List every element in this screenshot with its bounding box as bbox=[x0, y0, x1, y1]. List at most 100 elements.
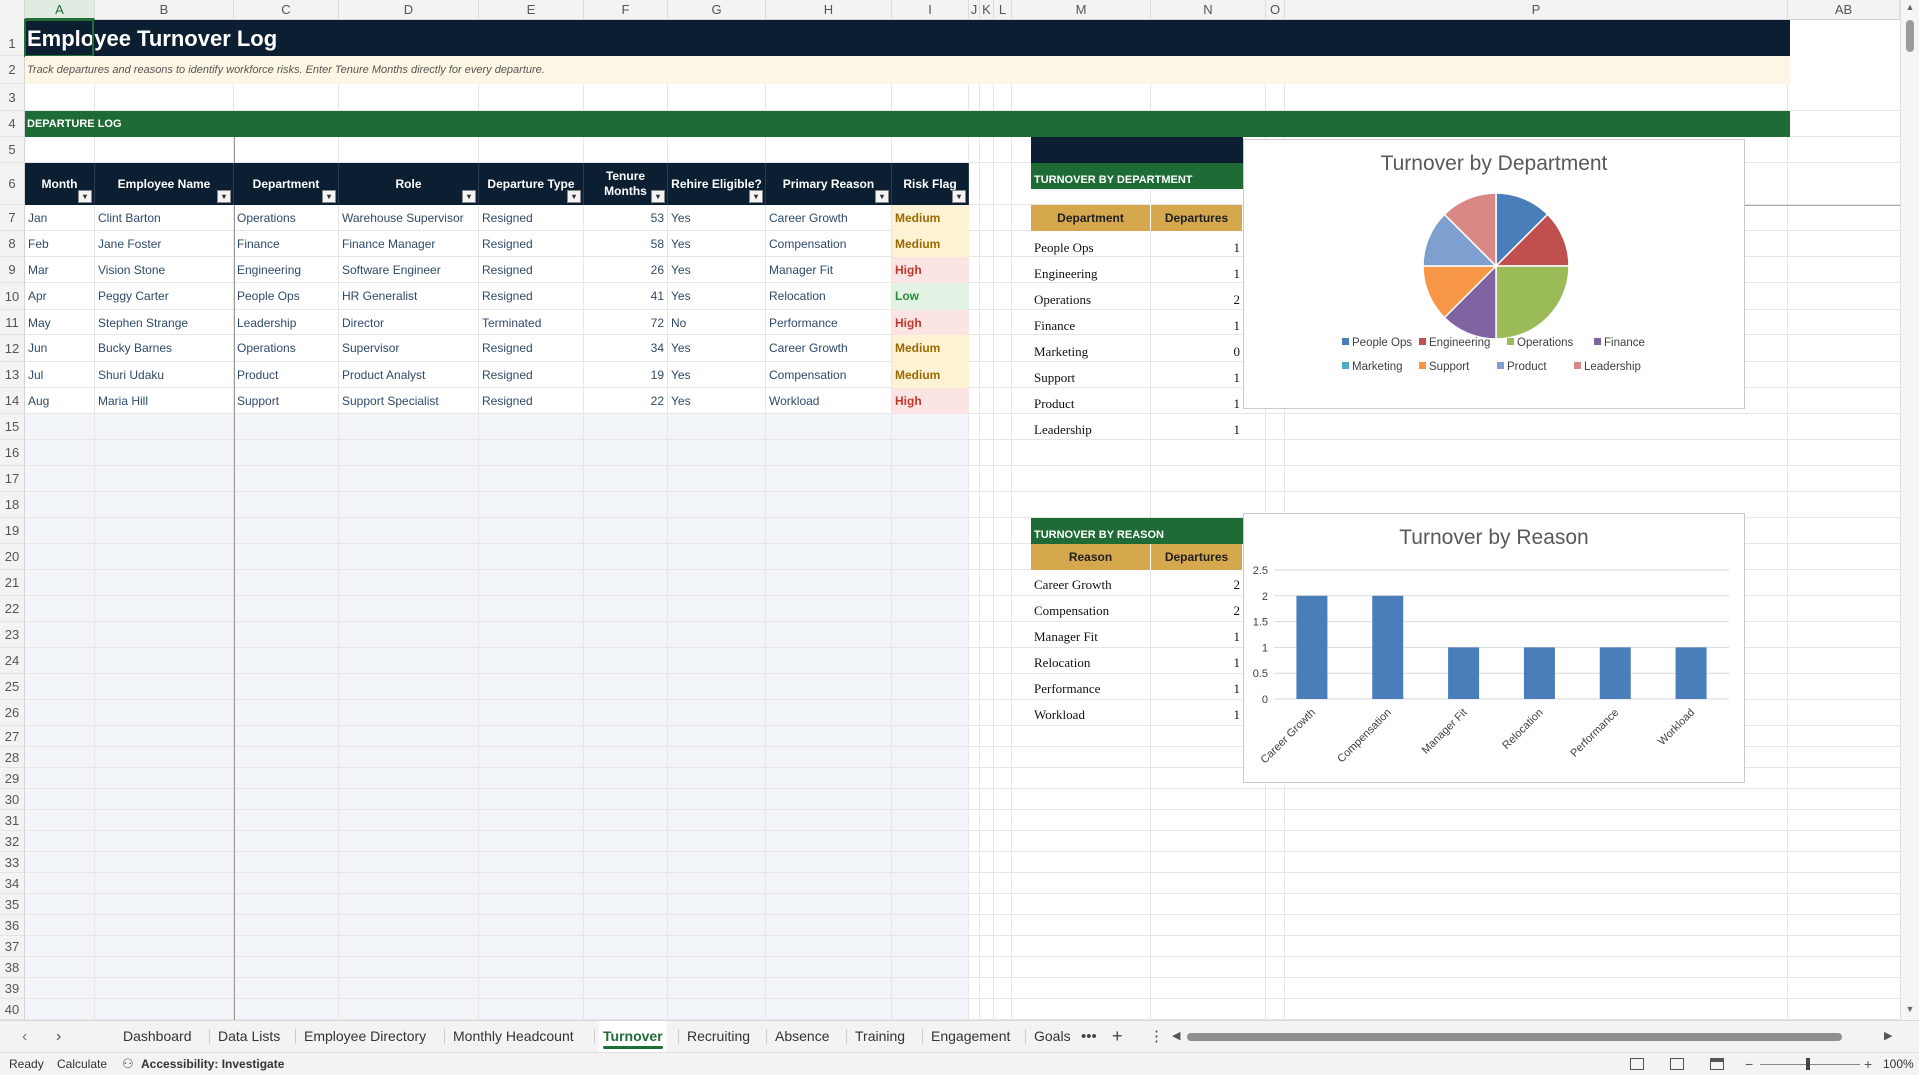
log-cell[interactable]: Clint Barton bbox=[95, 205, 234, 231]
tab-training[interactable]: Training bbox=[851, 1021, 909, 1052]
tab-employee-directory[interactable]: Employee Directory bbox=[300, 1021, 430, 1052]
log-cell[interactable]: Finance Manager bbox=[339, 231, 479, 257]
log-cell[interactable]: Stephen Strange bbox=[95, 310, 234, 335]
by_reason-row-name[interactable]: Performance bbox=[1031, 676, 1151, 702]
log-cell[interactable]: Jun bbox=[25, 335, 95, 362]
by_department-header-0[interactable]: Department bbox=[1031, 205, 1151, 231]
log-header-3[interactable]: Role ▾ bbox=[339, 163, 479, 205]
log-cell[interactable]: Career Growth bbox=[766, 335, 892, 362]
log-cell[interactable]: Yes bbox=[668, 205, 766, 231]
log-header-7[interactable]: Primary Reason ▾ bbox=[766, 163, 892, 205]
log-cell[interactable]: Yes bbox=[668, 231, 766, 257]
filter-dropdown-icon[interactable]: ▾ bbox=[217, 190, 231, 203]
tab-scroll-left-icon[interactable]: ‹ bbox=[22, 1021, 27, 1052]
row-header-27[interactable]: 27 bbox=[0, 726, 25, 747]
pie-slice-operations[interactable] bbox=[1495, 265, 1570, 340]
row-header-25[interactable]: 25 bbox=[0, 674, 25, 700]
by_department-row-name[interactable]: Engineering bbox=[1031, 261, 1151, 287]
log-cell[interactable]: HR Generalist bbox=[339, 283, 479, 310]
by_reason-row-name[interactable]: Manager Fit bbox=[1031, 624, 1151, 650]
filter-dropdown-icon[interactable]: ▾ bbox=[322, 190, 336, 203]
row-header-9[interactable]: 9 bbox=[0, 257, 25, 283]
bar-workload[interactable] bbox=[1675, 647, 1707, 699]
filter-dropdown-icon[interactable]: ▾ bbox=[651, 190, 665, 203]
status-calculate[interactable]: Calculate bbox=[57, 1053, 107, 1075]
risk-flag-cell[interactable]: High bbox=[892, 310, 969, 335]
more-sheets-icon[interactable]: ••• bbox=[1081, 1021, 1097, 1052]
bar-career-growth[interactable] bbox=[1296, 595, 1328, 699]
log-cell[interactable]: Jan bbox=[25, 205, 95, 231]
sheet-subtitle[interactable]: Track departures and reasons to identify… bbox=[27, 56, 545, 84]
log-cell[interactable]: Leadership bbox=[234, 310, 339, 335]
log-cell[interactable]: People Ops bbox=[234, 283, 339, 310]
row-header-7[interactable]: 7 bbox=[0, 205, 25, 231]
log-header-2[interactable]: Department ▾ bbox=[234, 163, 339, 205]
tab-absence[interactable]: Absence bbox=[771, 1021, 833, 1052]
log-cell[interactable]: Finance bbox=[234, 231, 339, 257]
log-cell[interactable]: Operations bbox=[234, 335, 339, 362]
zoom-in-icon[interactable]: + bbox=[1864, 1053, 1872, 1075]
row-header-33[interactable]: 33 bbox=[0, 852, 25, 873]
log-header-5[interactable]: Tenure Months ▾ bbox=[584, 163, 668, 205]
tab-engagement[interactable]: Engagement bbox=[927, 1021, 1014, 1052]
by_reason-row-name[interactable]: Compensation bbox=[1031, 598, 1151, 624]
log-cell[interactable]: 19 bbox=[584, 362, 668, 388]
row-header-29[interactable]: 29 bbox=[0, 768, 25, 789]
scroll-up-icon[interactable]: ▲ bbox=[1904, 2, 1916, 12]
by_reason-row-value[interactable]: 1 bbox=[1151, 702, 1243, 728]
column-header-g[interactable]: G bbox=[668, 0, 766, 20]
log-cell[interactable]: Vision Stone bbox=[95, 257, 234, 283]
pie-chart-department[interactable]: Turnover by Department People Ops Enginee… bbox=[1243, 139, 1745, 409]
log-cell[interactable]: Career Growth bbox=[766, 205, 892, 231]
log-cell[interactable]: Shuri Udaku bbox=[95, 362, 234, 388]
by_reason-row-value[interactable]: 1 bbox=[1151, 650, 1243, 676]
column-header-n[interactable]: N bbox=[1151, 0, 1266, 20]
filter-dropdown-icon[interactable]: ▾ bbox=[952, 190, 966, 203]
row-header-34[interactable]: 34 bbox=[0, 873, 25, 894]
column-header-k[interactable]: K bbox=[980, 0, 994, 20]
log-cell[interactable]: Apr bbox=[25, 283, 95, 310]
log-header-1[interactable]: Employee Name ▾ bbox=[95, 163, 234, 205]
scroll-down-icon[interactable]: ▼ bbox=[1904, 1004, 1916, 1014]
row-header-39[interactable]: 39 bbox=[0, 978, 25, 999]
by_department-header-1[interactable]: Departures bbox=[1151, 205, 1243, 231]
row-header-12[interactable]: 12 bbox=[0, 335, 25, 362]
log-cell[interactable]: Engineering bbox=[234, 257, 339, 283]
log-cell[interactable]: Resigned bbox=[479, 283, 584, 310]
bar-performance[interactable] bbox=[1599, 647, 1631, 699]
log-cell[interactable]: 22 bbox=[584, 388, 668, 414]
by_department-label[interactable]: TURNOVER BY DEPARTMENT bbox=[1031, 163, 1243, 189]
log-header-8[interactable]: Risk Flag ▾ bbox=[892, 163, 969, 205]
column-header-ab[interactable]: AB bbox=[1788, 0, 1900, 20]
column-header-h[interactable]: H bbox=[766, 0, 892, 20]
by_department-row-name[interactable]: Operations bbox=[1031, 287, 1151, 313]
select-all-corner[interactable] bbox=[0, 0, 25, 20]
by_department-row-name[interactable]: Product bbox=[1031, 391, 1151, 417]
log-cell[interactable]: Aug bbox=[25, 388, 95, 414]
hscroll-right-icon[interactable]: ▶ bbox=[1884, 1021, 1892, 1052]
log-cell[interactable]: 72 bbox=[584, 310, 668, 335]
column-header-a[interactable]: A bbox=[25, 0, 95, 20]
tab-monthly-headcount[interactable]: Monthly Headcount bbox=[449, 1021, 578, 1052]
sheet-options-icon[interactable]: ⋮ bbox=[1149, 1021, 1164, 1052]
tab-recruiting[interactable]: Recruiting bbox=[683, 1021, 754, 1052]
column-header-e[interactable]: E bbox=[479, 0, 584, 20]
by_reason-row-name[interactable]: Relocation bbox=[1031, 650, 1151, 676]
log-cell[interactable]: May bbox=[25, 310, 95, 335]
page-break-icon[interactable] bbox=[1710, 1058, 1724, 1070]
column-header-l[interactable]: L bbox=[994, 0, 1012, 20]
by_department-row-value[interactable]: 1 bbox=[1151, 313, 1243, 339]
log-cell[interactable]: Resigned bbox=[479, 388, 584, 414]
row-header-20[interactable]: 20 bbox=[0, 544, 25, 570]
log-cell[interactable]: 58 bbox=[584, 231, 668, 257]
log-cell[interactable]: Yes bbox=[668, 283, 766, 310]
log-cell[interactable]: Supervisor bbox=[339, 335, 479, 362]
row-header-22[interactable]: 22 bbox=[0, 596, 25, 622]
row-header-36[interactable]: 36 bbox=[0, 915, 25, 936]
row-header-5[interactable]: 5 bbox=[0, 137, 25, 163]
column-header-m[interactable]: M bbox=[1012, 0, 1151, 20]
log-cell[interactable]: Performance bbox=[766, 310, 892, 335]
bar-chart-reason[interactable]: Turnover by Reason 0 0.5 1 1.5 2 2.5 Career Gr… bbox=[1243, 513, 1745, 783]
log-cell[interactable]: Workload bbox=[766, 388, 892, 414]
by_department-row-value[interactable]: 2 bbox=[1151, 287, 1243, 313]
